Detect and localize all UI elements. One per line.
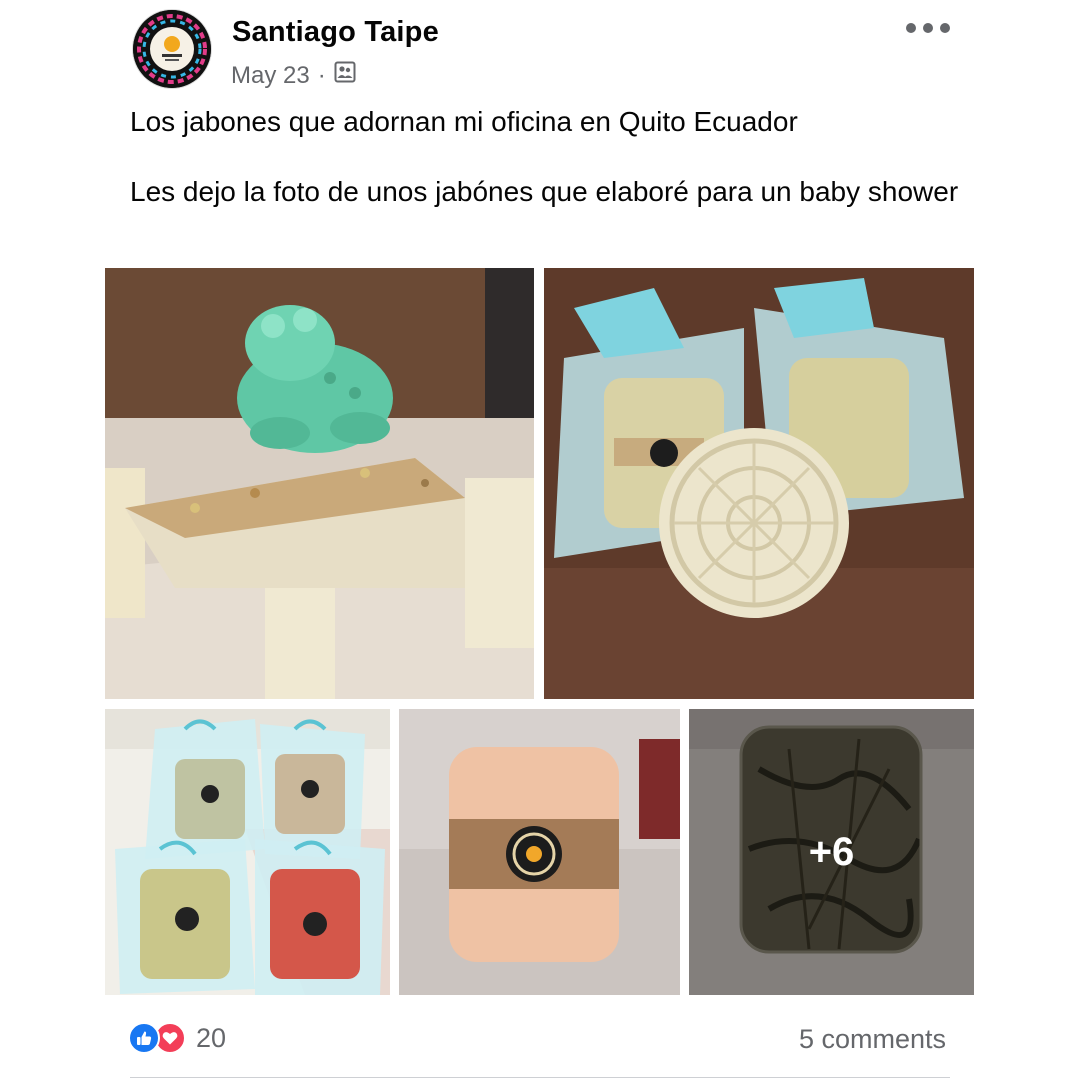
author-name[interactable]: Santiago Taipe bbox=[232, 16, 439, 49]
more-dot-icon bbox=[906, 23, 916, 33]
post-meta: May 23 · bbox=[231, 61, 356, 90]
facebook-post: Santiago Taipe May 23 · Los jabones que … bbox=[0, 0, 1080, 1080]
friends-album-icon[interactable] bbox=[334, 61, 356, 90]
reactions-summary[interactable]: 20 bbox=[128, 1022, 226, 1054]
more-photos-overlay[interactable]: +6 bbox=[689, 709, 974, 995]
like-icon bbox=[128, 1022, 160, 1054]
post-photo[interactable] bbox=[105, 268, 534, 699]
more-photos-count: +6 bbox=[808, 829, 855, 874]
post-text-line: Les dejo la foto de unos jabónes que ela… bbox=[130, 176, 959, 207]
reaction-count: 20 bbox=[196, 1022, 227, 1053]
author-avatar[interactable] bbox=[133, 10, 211, 88]
post-date[interactable]: May 23 bbox=[231, 62, 310, 90]
comments-count-link[interactable]: 5 comments bbox=[799, 1024, 946, 1055]
post-photo[interactable] bbox=[105, 709, 390, 995]
post-photo[interactable] bbox=[544, 268, 974, 699]
footer-divider bbox=[130, 1077, 950, 1078]
more-options-button[interactable] bbox=[906, 16, 950, 40]
post-text: Los jabones que adornan mi oficina en Qu… bbox=[130, 104, 960, 209]
post-photo-more[interactable]: +6 bbox=[689, 709, 974, 995]
more-dot-icon bbox=[923, 23, 933, 33]
post-photo[interactable] bbox=[399, 709, 680, 995]
post-text-line: Los jabones que adornan mi oficina en Qu… bbox=[130, 106, 798, 137]
more-dot-icon bbox=[940, 23, 950, 33]
meta-separator: · bbox=[317, 61, 326, 89]
